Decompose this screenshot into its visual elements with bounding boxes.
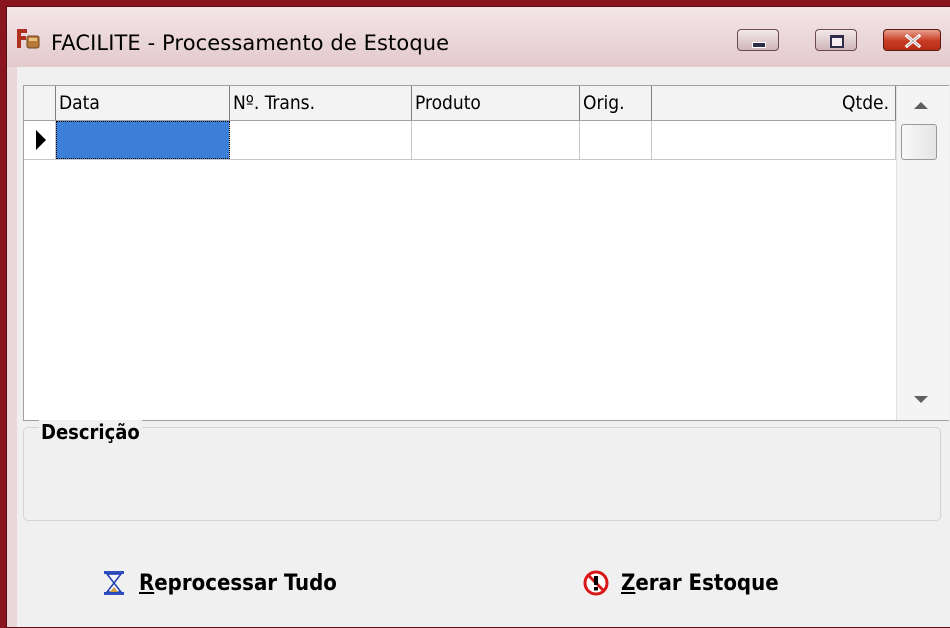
vertical-scrollbar[interactable] — [896, 86, 949, 420]
cell-data[interactable] — [56, 121, 230, 159]
cell-orig[interactable] — [580, 121, 652, 159]
close-icon — [904, 34, 922, 48]
reprocess-mnemonic: R — [139, 570, 155, 596]
window-title: FACILITE - Processamento de Estoque — [51, 31, 450, 55]
row-indicator-cell — [24, 121, 56, 159]
row-indicator-header — [24, 86, 56, 120]
zerar-label: erar Estoque — [635, 570, 779, 596]
column-header-trans[interactable]: Nº. Trans. — [230, 86, 412, 120]
description-group — [23, 427, 941, 521]
hourglass-icon — [104, 571, 124, 595]
scroll-thumb[interactable] — [901, 124, 937, 160]
title-bar[interactable]: FACILITE - Processamento de Estoque — [7, 7, 950, 67]
main-window: FACILITE - Processamento de Estoque Data… — [6, 6, 950, 628]
description-label: Descrição — [39, 420, 142, 444]
stock-grid[interactable]: Data Nº. Trans. Produto Orig. Qtde. — [23, 85, 949, 421]
cell-produto[interactable] — [412, 121, 580, 159]
no-entry-icon — [583, 570, 609, 596]
close-button[interactable] — [883, 29, 941, 51]
minimize-button[interactable] — [737, 29, 779, 51]
cell-qtde[interactable] — [652, 121, 896, 159]
table-row[interactable] — [24, 121, 896, 160]
scroll-up-arrow-icon[interactable] — [914, 102, 928, 109]
grid-header: Data Nº. Trans. Produto Orig. Qtde. — [24, 86, 896, 121]
cell-trans[interactable] — [230, 121, 412, 159]
client-area: Data Nº. Trans. Produto Orig. Qtde. Desc… — [17, 67, 950, 627]
facilite-app-icon — [17, 29, 40, 49]
scroll-down-arrow-icon[interactable] — [914, 396, 928, 403]
reprocess-label: eprocessar Tudo — [154, 570, 337, 596]
reprocess-all-button[interactable]: Reprocessar Tudo — [101, 561, 337, 605]
zero-stock-button[interactable]: Zerar Estoque — [583, 561, 779, 605]
zerar-mnemonic: Z — [621, 570, 636, 596]
column-header-data[interactable]: Data — [56, 86, 230, 120]
column-header-produto[interactable]: Produto — [412, 86, 580, 120]
column-header-qtde[interactable]: Qtde. — [652, 86, 896, 120]
column-header-orig[interactable]: Orig. — [580, 86, 652, 120]
maximize-button[interactable] — [815, 29, 857, 51]
